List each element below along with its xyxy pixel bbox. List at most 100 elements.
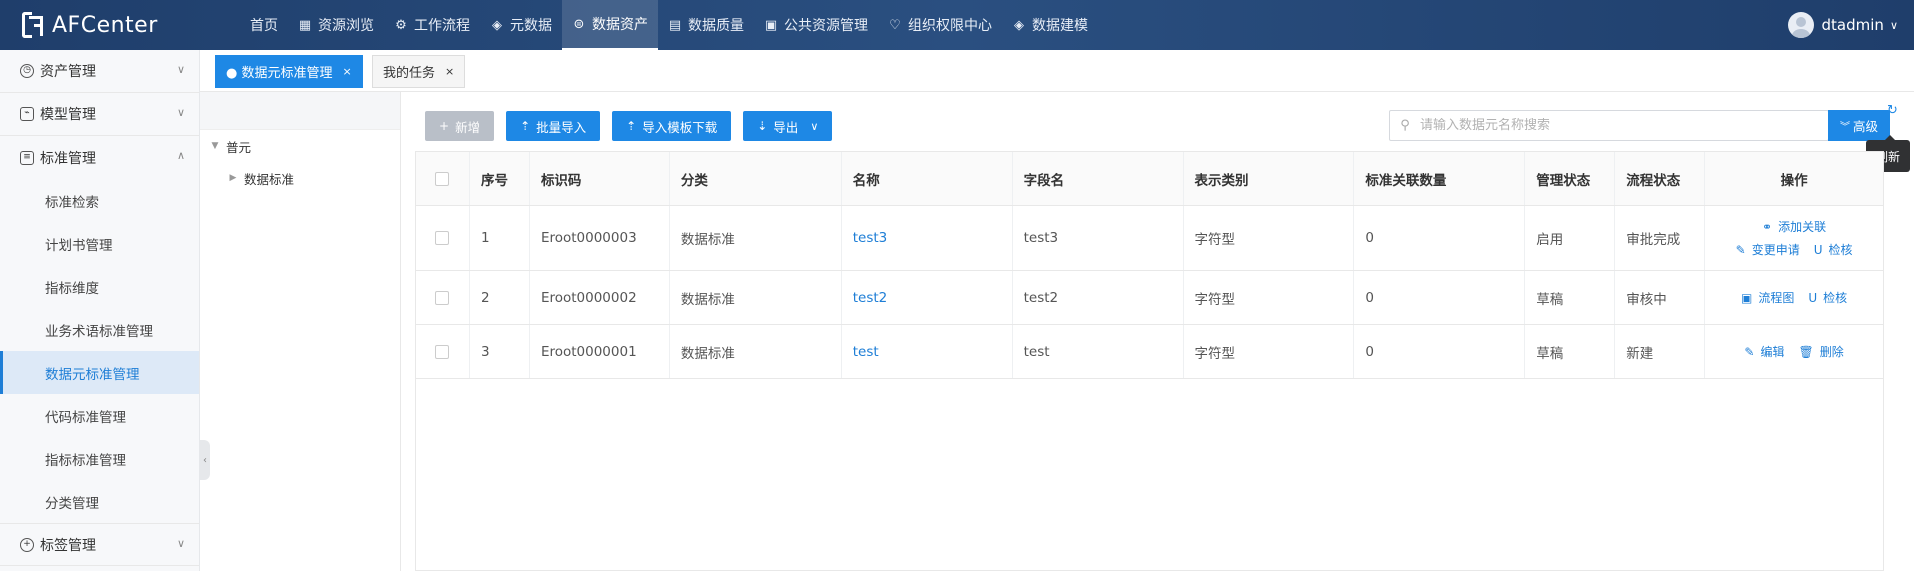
heart-shield-icon: ♡ [889,17,901,33]
sidebar-item-business-terms[interactable]: 业务术语标准管理 [0,308,199,351]
tab-data-element-standards[interactable]: ● 数据元标准管理 × [215,55,363,88]
sidebar-item-code-standards[interactable]: 代码标准管理 [0,394,199,437]
tree-node-root[interactable]: ▼ 普元 [200,130,400,162]
chart-icon: ▤ [668,17,682,33]
row-checkbox[interactable] [435,231,450,245]
user-menu[interactable]: dtadmin ∨ [1787,12,1898,38]
app-logo[interactable]: AFCenter [20,9,158,41]
column-header[interactable]: 分类 [670,152,842,205]
sidebar-item-data-element-standards[interactable]: 数据元标准管理 [0,351,199,394]
cell-flow-status: 审批完成 [1615,206,1706,270]
name-link[interactable]: test3 [853,230,888,246]
cell-code: Eroot0000001 [530,325,670,378]
column-header[interactable]: 字段名 [1013,152,1184,205]
top-navigation-bar: AFCenter 首页 ▦ 资源浏览 ⚙ 工作流程 ◈ 元数据 ⊜ 数据资产 ▤ 数据质量… [0,0,1914,50]
chevron-up-icon: ∧ [176,149,185,162]
close-icon[interactable]: × [445,65,454,78]
sidebar-group-model-management[interactable]: ⌁ 模型管理 ∨ [0,93,199,136]
tree-node-data-standard[interactable]: ▶ 数据标准 [200,162,400,194]
cell-code: Eroot0000002 [530,271,670,324]
change-request-link[interactable]: ✎ 变更申请 [1736,241,1800,258]
refresh-icon[interactable]: ↻ [1887,103,1898,118]
select-all-checkbox[interactable] [435,171,450,186]
sidebar-item-classification[interactable]: 分类管理 [0,480,199,523]
logo-text: AFCenter [52,12,158,38]
nav-item-data-modeling[interactable]: ◈ 数据建模 [1002,0,1098,50]
column-header[interactable]: 标准关联数量 [1354,152,1526,205]
sidebar-item-standard-search[interactable]: 标准检索 [0,179,199,222]
flowchart-link[interactable]: ▣ 流程图 [1741,289,1794,306]
nav-label: 元数据 [510,18,552,34]
row-checkbox[interactable] [435,344,450,359]
export-button[interactable]: ⇣ 导出 ∨ [743,111,833,141]
upload-icon: ⇡ [520,119,531,133]
template-download-button[interactable]: ⇡ 导入模板下载 [612,111,732,141]
sidebar-item-plan-management[interactable]: 计划书管理 [0,222,199,265]
cell-manage-status: 启用 [1525,206,1616,270]
row-checkbox[interactable] [435,290,450,305]
cell-no: 2 [470,271,530,324]
sidebar-group-standard-management[interactable]: ≡ 标准管理 ∧ [0,136,199,179]
name-link[interactable]: test [853,344,879,360]
nav-item-workflow[interactable]: ⚙ 工作流程 [384,0,480,50]
flowchart-icon: ▣ [1741,290,1753,305]
column-header[interactable]: 表示类别 [1184,152,1355,205]
column-header[interactable]: 序号 [470,152,530,205]
cell-operations: ⚭ 添加关联 ✎ 变更申请 Ս 检核 [1705,206,1883,270]
sidebar-group-asset-management[interactable]: ◷ 资产管理 ∨ [0,50,199,93]
clock-icon: ◷ [20,64,34,78]
cell-flow-status: 新建 [1615,325,1706,378]
add-button[interactable]: + 新增 [425,111,495,141]
add-association-link[interactable]: ⚭ 添加关联 [1762,218,1826,235]
sidebar-item-metric-standards[interactable]: 指标标准管理 [0,437,199,480]
check-link[interactable]: Ս 检核 [1814,241,1853,258]
sidebar-group-tag-management[interactable]: + 标签管理 ∨ [0,523,199,566]
chart-icon: ⌁ [20,107,34,121]
caret-down-icon[interactable]: ▼ [208,141,222,151]
cell-name: test [842,325,1013,378]
column-header[interactable]: 名称 [842,152,1013,205]
chevron-down-icon: ∨ [176,106,185,119]
nav-item-data-assets[interactable]: ⊜ 数据资产 [562,0,658,50]
tab-label: ● 数据元标准管理 [226,66,333,81]
pencil-icon: ✎ [1744,344,1755,359]
tree-node-label: 普元 [226,139,252,155]
column-header[interactable]: 标识码 [530,152,670,205]
caret-right-icon[interactable]: ▶ [226,173,240,183]
column-header[interactable]: 流程状态 [1615,152,1706,205]
cell-field: test2 [1013,271,1184,324]
nav-item-resource-browse[interactable]: ▦ 资源浏览 [288,0,384,50]
op-label: 添加关联 [1778,220,1827,234]
select-all-cell [416,152,470,205]
nav-item-home[interactable]: 首页 [240,0,288,50]
nav-item-public-resources[interactable]: ▣ 公共资源管理 [754,0,878,50]
tab-label: 我的任务 [383,66,436,81]
magnet-icon: Ս [1808,290,1818,305]
main-nav: 首页 ▦ 资源浏览 ⚙ 工作流程 ◈ 元数据 ⊜ 数据资产 ▤ 数据质量 ▣ 公共资源管理 … [240,0,1098,50]
tab-my-tasks[interactable]: 我的任务 × [372,55,466,88]
nav-item-org-permissions[interactable]: ♡ 组织权限中心 [878,0,1002,50]
nav-label: 数据建模 [1032,18,1088,34]
close-icon[interactable]: × [342,65,351,78]
batch-import-button[interactable]: ⇡ 批量导入 [506,111,601,141]
delete-link[interactable]: 🗑 删除 [1799,343,1844,360]
nav-item-metadata[interactable]: ◈ 元数据 [480,0,562,50]
sidebar-group-label: 模型管理 [40,107,96,123]
sidebar-item-metric-dimension[interactable]: 指标维度 [0,265,199,308]
edit-link[interactable]: ✎ 编辑 [1744,343,1784,360]
check-link[interactable]: Ս 检核 [1808,289,1847,306]
data-element-table: 序号 标识码 分类 名称 字段名 表示类别 标准关联数量 管理状态 流程状态 操… [415,151,1884,571]
search-input[interactable] [1420,118,1828,133]
advanced-search-button[interactable]: ︾ 高级 [1828,110,1890,141]
op-label: 流程图 [1758,291,1795,305]
row-select-cell [416,206,470,270]
cell-type: 字符型 [1184,271,1355,324]
nav-item-data-quality[interactable]: ▤ 数据质量 [658,0,754,50]
column-header[interactable]: 管理状态 [1525,152,1616,205]
nav-label: 首页 [250,18,278,34]
tree-node-label: 数据标准 [244,171,295,187]
collapse-panel-handle[interactable]: ‹ [200,440,210,480]
cell-category: 数据标准 [670,271,842,324]
double-chevron-down-icon: ︾ [1839,122,1850,133]
name-link[interactable]: test2 [853,290,888,306]
